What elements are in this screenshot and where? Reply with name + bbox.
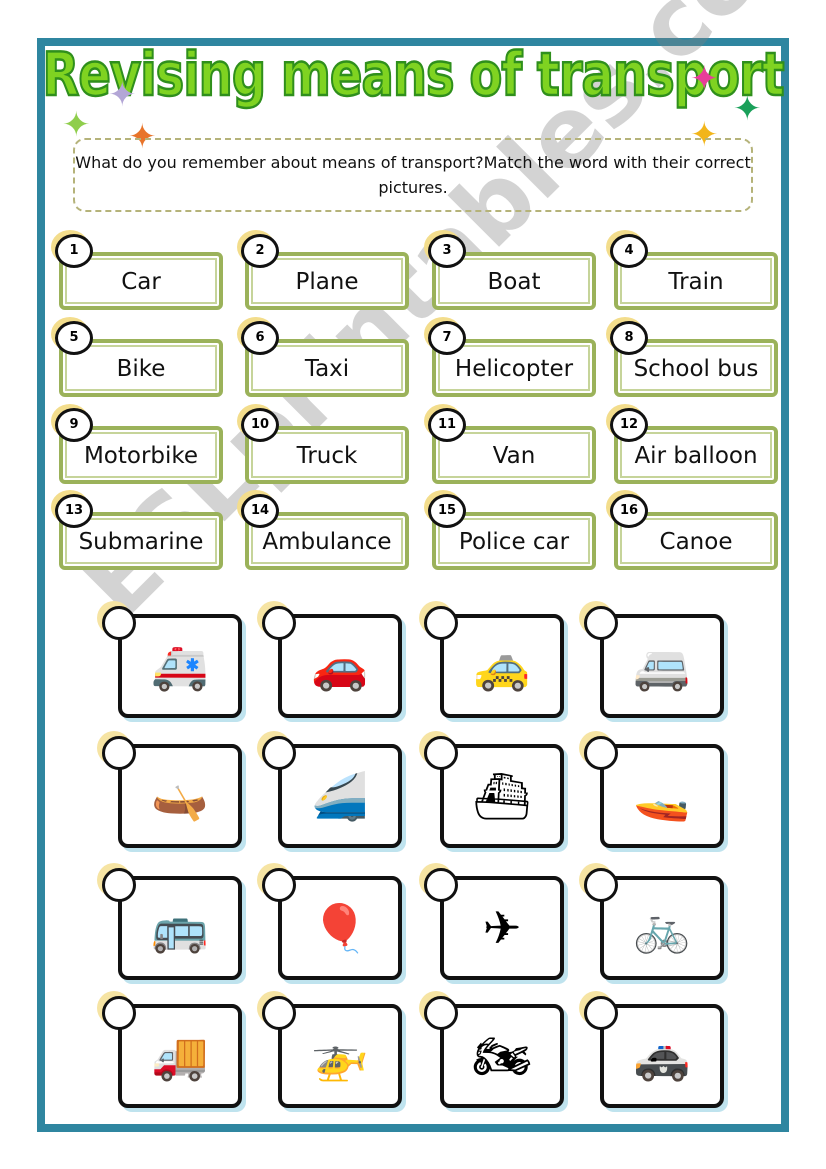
instructions-box: What do you remember about means of tran… [73, 138, 753, 212]
ambulance-icon: 🚑 [151, 638, 209, 693]
boat-icon: 🚤 [633, 768, 691, 823]
number-badge: 13 [55, 494, 93, 528]
number-badge: 14 [241, 494, 279, 528]
number-badge: 16 [610, 494, 648, 528]
air-balloon-icon: 🎈 [311, 900, 369, 955]
answer-circle[interactable] [262, 868, 296, 902]
school-bus-icon: 🚌 [151, 900, 209, 955]
number-badge: 11 [428, 408, 466, 442]
answer-circle[interactable] [102, 868, 136, 902]
picture-card-train: 🚄 [278, 744, 402, 848]
number-badge: 4 [610, 234, 648, 268]
number-badge: 6 [241, 321, 279, 355]
star-icon: ✦ [733, 89, 762, 129]
answer-circle[interactable] [424, 606, 458, 640]
number-badge: 5 [55, 321, 93, 355]
answer-circle[interactable] [262, 996, 296, 1030]
answer-circle[interactable] [262, 606, 296, 640]
picture-card-canoe: 🛶 [118, 744, 242, 848]
picture-card-bike: 🚲 [600, 876, 724, 980]
answer-circle[interactable] [262, 736, 296, 770]
taxi-icon: 🚕 [473, 638, 531, 693]
answer-circle[interactable] [584, 736, 618, 770]
picture-card-police-car: 🚓 [600, 1004, 724, 1108]
picture-card-van: 🚐 [600, 614, 724, 718]
number-badge: 12 [610, 408, 648, 442]
answer-circle[interactable] [424, 868, 458, 902]
star-icon: ✦ [690, 59, 719, 99]
train-icon: 🚄 [311, 768, 369, 823]
answer-circle[interactable] [102, 736, 136, 770]
picture-card-taxi: 🚕 [440, 614, 564, 718]
answer-circle[interactable] [424, 736, 458, 770]
helicopter-icon: 🚁 [311, 1028, 369, 1083]
picture-card-motorbike: 🏍 [440, 1004, 564, 1108]
answer-circle[interactable] [102, 606, 136, 640]
picture-card-air-balloon: 🎈 [278, 876, 402, 980]
picture-card-plane: ✈ [440, 876, 564, 980]
number-badge: 10 [241, 408, 279, 442]
canoe-icon: 🛶 [151, 768, 209, 823]
picture-card-helicopter: 🚁 [278, 1004, 402, 1108]
picture-card-submarine: ⛴ [440, 744, 564, 848]
number-badge: 9 [55, 408, 93, 442]
star-icon: ✦ [108, 75, 137, 115]
police-car-icon: 🚓 [633, 1028, 691, 1083]
motorbike-icon: 🏍 [472, 1028, 532, 1083]
number-badge: 2 [241, 234, 279, 268]
number-badge: 15 [428, 494, 466, 528]
number-badge: 1 [55, 234, 93, 268]
van-icon: 🚐 [633, 638, 691, 693]
answer-circle[interactable] [584, 606, 618, 640]
number-badge: 3 [428, 234, 466, 268]
picture-card-boat: 🚤 [600, 744, 724, 848]
picture-card-school-bus: 🚌 [118, 876, 242, 980]
bike-icon: 🚲 [633, 900, 691, 955]
plane-icon: ✈ [482, 901, 522, 955]
answer-circle[interactable] [584, 868, 618, 902]
number-badge: 8 [610, 321, 648, 355]
answer-circle[interactable] [424, 996, 458, 1030]
submarine-icon: ⛴ [472, 768, 532, 823]
picture-card-car: 🚗 [278, 614, 402, 718]
answer-circle[interactable] [584, 996, 618, 1030]
truck-icon: 🚚 [151, 1028, 209, 1083]
answer-circle[interactable] [102, 996, 136, 1030]
picture-card-truck: 🚚 [118, 1004, 242, 1108]
star-icon: ✦ [62, 105, 91, 145]
car-icon: 🚗 [311, 638, 369, 693]
number-badge: 7 [428, 321, 466, 355]
picture-card-ambulance: 🚑 [118, 614, 242, 718]
